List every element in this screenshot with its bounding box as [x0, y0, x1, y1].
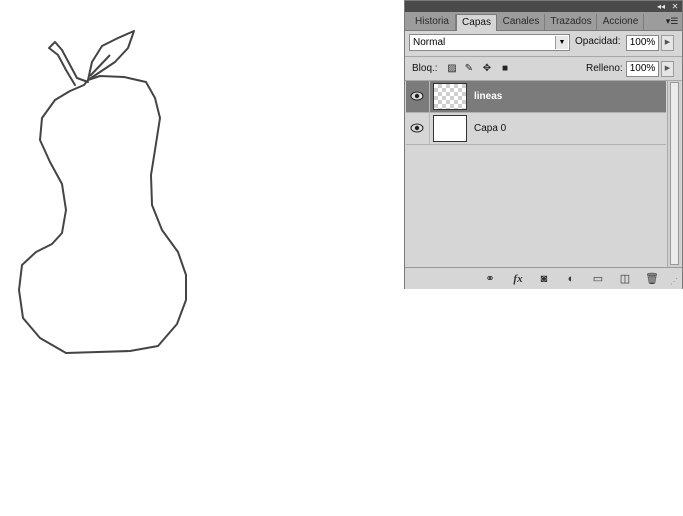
layer-list-scrollbar[interactable]: [667, 81, 681, 267]
fill-input[interactable]: 100%: [626, 61, 659, 77]
double-chevron-left-icon[interactable]: ◂◂: [655, 1, 667, 12]
layer-row-lineas[interactable]: lineas: [406, 81, 666, 113]
layer-thumbnail: [433, 115, 467, 142]
resize-grip-icon[interactable]: ⋰: [670, 277, 680, 287]
eye-icon[interactable]: [410, 90, 424, 102]
folder-icon[interactable]: ▭: [590, 272, 606, 286]
lock-label: Bloq.:: [412, 63, 438, 74]
fill-slider-arrow-icon[interactable]: ▶: [661, 61, 674, 77]
pear-leaf: [87, 30, 135, 81]
trash-icon[interactable]: 🗑: [644, 272, 660, 286]
close-icon[interactable]: ✕: [669, 1, 681, 12]
panel-bottom-toolbar: ⚭ fx ◙ ◐ ▭ ◫ 🗑 ⋰: [405, 267, 682, 289]
layers-panel: ◂◂ ✕ Historia Capas Canales Trazados Acc…: [404, 0, 683, 289]
lock-all-icon[interactable]: ■: [499, 63, 511, 75]
lock-transparency-icon[interactable]: ▨: [446, 63, 458, 75]
fx-icon[interactable]: fx: [509, 272, 527, 286]
panel-menu-icon[interactable]: ▾☰: [665, 14, 679, 28]
pear-stem: [48, 41, 89, 86]
layer-name[interactable]: lineas: [474, 90, 502, 104]
layer-row-capa-0[interactable]: Capa 0: [406, 113, 666, 145]
panel-tabs: Historia Capas Canales Trazados Accione …: [405, 12, 682, 31]
adjustment-icon[interactable]: ◐: [563, 272, 579, 286]
divider: [429, 113, 430, 144]
divider: [405, 56, 682, 57]
tab-historia[interactable]: Historia: [409, 14, 456, 30]
fill-label: Relleno:: [586, 63, 623, 74]
tab-acciones[interactable]: Accione: [598, 14, 644, 30]
lock-position-icon[interactable]: ✥: [481, 63, 493, 75]
canvas-drawing[interactable]: [0, 0, 400, 516]
opacity-input[interactable]: 100%: [626, 35, 659, 51]
link-icon[interactable]: ⚭: [481, 272, 499, 286]
scrollbar-thumb[interactable]: [670, 82, 679, 265]
divider: [429, 81, 430, 112]
pear-outline: [18, 75, 187, 354]
layer-thumbnail: [433, 83, 467, 110]
blend-mode-value: Normal: [413, 37, 446, 48]
blend-mode-select[interactable]: Normal ▼: [409, 34, 570, 51]
opacity-label: Opacidad:: [575, 36, 621, 47]
chevron-down-icon: ▼: [555, 36, 568, 49]
layer-list: lineas Capa 0: [406, 81, 666, 267]
new-layer-icon[interactable]: ◫: [617, 272, 633, 286]
layer-name[interactable]: Capa 0: [474, 122, 506, 136]
tab-trazados[interactable]: Trazados: [546, 14, 597, 30]
lock-pixels-icon[interactable]: ✎: [463, 63, 475, 75]
panel-title-bar: ◂◂ ✕: [405, 1, 682, 12]
tab-capas[interactable]: Capas: [456, 14, 497, 31]
tab-canales[interactable]: Canales: [498, 14, 545, 30]
eye-icon[interactable]: [410, 122, 424, 134]
mask-icon[interactable]: ◙: [536, 272, 552, 286]
opacity-slider-arrow-icon[interactable]: ▶: [661, 35, 674, 51]
